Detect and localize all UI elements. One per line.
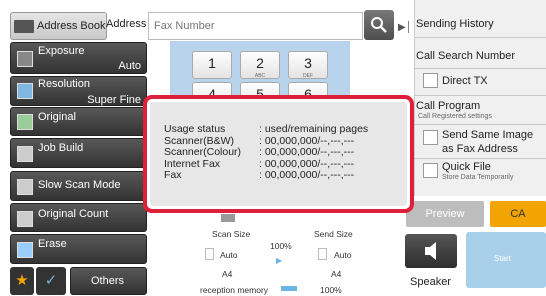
usage-status-popup: Usage status: used/remaining pages Scann… (143, 95, 414, 213)
erase-button[interactable]: Erase (10, 234, 147, 264)
search-icon (371, 17, 387, 33)
usage-row: Scanner(Colour): 00,000,000/--,---,--- (164, 146, 355, 158)
speaker-label: Speaker (410, 276, 451, 288)
speaker-icon (425, 242, 436, 260)
erase-label: Erase (38, 238, 67, 250)
slow-scan-icon (17, 179, 33, 195)
send-paper-size: A4 (331, 269, 342, 279)
send-paper-icon (318, 248, 327, 260)
send-size-value[interactable]: Auto (334, 250, 352, 260)
job-build-icon (17, 146, 33, 162)
divider (414, 124, 546, 125)
others-label: Others (91, 275, 125, 287)
divider (414, 37, 546, 38)
direct-tx-checkbox[interactable] (423, 73, 438, 88)
arrow-icon: ▶ (276, 256, 283, 265)
scan-paper-size: A4 (222, 269, 233, 279)
scanner-icon (221, 214, 235, 222)
direct-tx-label: Direct TX (442, 75, 488, 87)
key-3[interactable]: 3 DEF (288, 51, 328, 79)
panel-toggle-icon[interactable]: ▶│ (398, 12, 412, 42)
speaker-button[interactable] (405, 234, 457, 268)
search-button[interactable] (364, 10, 394, 40)
others-button[interactable]: Others (70, 267, 147, 295)
slow-scan-mode-button[interactable]: Slow Scan Mode (10, 171, 147, 201)
slow-scan-label: Slow Scan Mode (38, 179, 121, 191)
memory-value: 100% (320, 285, 342, 295)
usage-row: Fax: 00,000,000/--,---,--- (164, 169, 355, 181)
scan-size-value[interactable]: Auto (220, 250, 238, 260)
key-2[interactable]: 2 ABC (240, 51, 280, 79)
exposure-button[interactable]: Exposure Auto (10, 42, 147, 74)
original-count-icon (17, 211, 33, 227)
address-label: Address (106, 18, 147, 30)
job-build-label: Job Build (38, 142, 84, 154)
resolution-label: Resolution (38, 78, 90, 90)
resolution-icon (17, 83, 33, 99)
original-button[interactable]: Original (10, 107, 147, 136)
sending-history-button[interactable]: Sending History (416, 18, 494, 30)
job-build-button[interactable]: Job Build (10, 138, 147, 168)
quick-file-label: Quick File (442, 161, 491, 173)
send-size-label: Send Size (314, 229, 353, 239)
exposure-label: Exposure (38, 45, 85, 57)
quick-file-sub: Store Data Temporarily (442, 174, 514, 181)
fax-number-input[interactable] (148, 12, 363, 40)
original-count-button[interactable]: Original Count (10, 203, 147, 232)
address-book-button[interactable]: Address Book (10, 12, 107, 40)
key-1[interactable]: 1 (192, 51, 232, 79)
exposure-value: Auto (118, 60, 141, 72)
call-program-sub: Call Registered settings (418, 113, 492, 120)
scan-size-label: Scan Size (212, 229, 251, 239)
original-label: Original (38, 111, 76, 123)
send-same-image-label-2: as Fax Address (442, 143, 518, 155)
call-search-number-button[interactable]: Call Search Number (416, 50, 515, 62)
memory-bar (281, 286, 297, 291)
divider (414, 95, 546, 96)
send-same-image-checkbox[interactable] (423, 130, 438, 145)
erase-icon (17, 242, 33, 258)
resolution-button[interactable]: Resolution Super Fine (10, 76, 147, 106)
address-book-icon (14, 19, 34, 33)
memory-label: reception memory (200, 285, 269, 295)
ratio-value: 100% (270, 241, 292, 251)
resolution-value: Super Fine (87, 94, 141, 106)
usage-row: Usage status: used/remaining pages (164, 123, 369, 135)
start-label: Start (494, 254, 511, 263)
scan-paper-icon (205, 248, 214, 260)
send-same-image-label: Send Same Image (442, 129, 534, 141)
exposure-icon (17, 51, 33, 67)
ca-button[interactable]: CA (490, 201, 546, 227)
divider (414, 158, 546, 159)
start-button[interactable]: Start (466, 232, 546, 288)
call-program-button[interactable]: Call Program (416, 100, 480, 112)
original-count-label: Original Count (38, 208, 109, 220)
favorite-star-icon[interactable]: ★ (10, 267, 34, 295)
preview-button[interactable]: Preview (406, 201, 484, 227)
check-icon[interactable]: ✓ (36, 267, 66, 295)
quick-file-checkbox[interactable] (423, 163, 438, 178)
original-icon (17, 114, 33, 130)
address-book-label: Address Book (37, 20, 106, 32)
divider (414, 68, 546, 69)
